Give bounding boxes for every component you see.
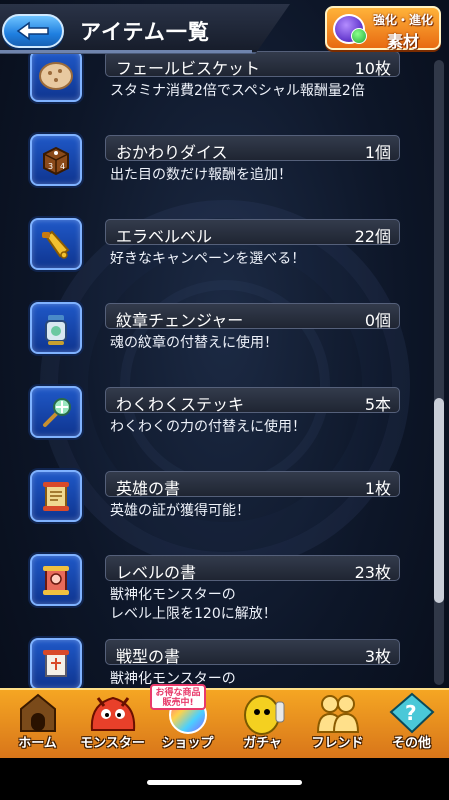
title-bar-underline <box>0 50 252 53</box>
material-gem-small-icon <box>351 28 367 44</box>
item-description: 英雄の証が獲得可能！ <box>110 503 250 519</box>
item-name: わくわくステッキ <box>116 395 245 414</box>
item-name: 戦型の書 <box>116 647 181 666</box>
nav-shop-label: ショップ <box>161 736 214 751</box>
bell-icon <box>30 218 82 270</box>
item-description: 出た目の数だけ報酬を追加！ <box>110 167 292 183</box>
list-item[interactable]: わくわくステッキ 5本 わくわくの力の付替えに使用！ <box>0 386 449 470</box>
gacha-icon <box>235 690 290 736</box>
list-item[interactable]: エラベルベル 22個 好きなキャンペーンを選べる！ <box>0 218 449 302</box>
item-name: エラベルベル <box>116 227 213 246</box>
item-description: わくわくの力の付替えに使用！ <box>110 419 306 435</box>
nav-home[interactable]: ホーム <box>0 690 75 756</box>
wand-icon <box>30 386 82 438</box>
item-description: 獣神化モンスターの レベル上限を120に解放！ <box>110 587 277 622</box>
item-name: 英雄の書 <box>116 479 181 498</box>
list-item[interactable]: 戦型の書 3枚 獣神化モンスターの <box>0 638 449 690</box>
item-count: 3枚 <box>364 647 391 666</box>
nav-other[interactable]: ? その他 <box>374 690 449 756</box>
item-name-bar: 戦型の書 3枚 <box>105 639 400 666</box>
material-button-line1: 強化・進化 <box>372 13 433 27</box>
enhance-material-button[interactable]: 強化・進化 素材 <box>325 6 441 51</box>
list-item[interactable]: フェールビスケット 10枚 スタミナ消費2倍でスペシャル報酬量2倍 <box>0 50 449 134</box>
lantern-icon <box>30 302 82 354</box>
item-name-bar: おかわりダイス 1個 <box>105 135 400 162</box>
item-name-bar: 紋章チェンジャー 0個 <box>105 303 400 330</box>
arrow-left-icon <box>16 21 49 41</box>
nav-other-label: その他 <box>391 736 431 751</box>
item-count: 5本 <box>364 395 391 414</box>
friend-icon <box>310 690 365 736</box>
scrollbar-thumb[interactable] <box>434 398 444 603</box>
item-count: 1枚 <box>364 479 391 498</box>
item-count: 23枚 <box>354 563 391 582</box>
nav-friend-label: フレンド <box>311 736 364 751</box>
material-button-line2: 素材 <box>386 32 419 51</box>
home-icon <box>10 690 65 736</box>
item-name-bar: レベルの書 23枚 <box>105 555 400 582</box>
item-name: おかわりダイス <box>116 143 228 162</box>
item-name-bar: わくわくステッキ 5本 <box>105 387 400 414</box>
item-name: フェールビスケット <box>116 59 261 78</box>
other-icon: ? <box>384 690 439 736</box>
nav-monster-label: モンスター <box>80 736 145 751</box>
item-list[interactable]: フェールビスケット 10枚 スタミナ消費2倍でスペシャル報酬量2倍 34 おかわ… <box>0 0 449 690</box>
list-item[interactable]: レベルの書 23枚 獣神化モンスターの レベル上限を120に解放！ <box>0 554 449 638</box>
svg-text:3: 3 <box>48 162 53 171</box>
item-name: 紋章チェンジャー <box>116 311 244 330</box>
item-description: 好きなキャンペーンを選べる！ <box>110 251 306 267</box>
page-title: アイテム一覧 <box>80 20 210 44</box>
list-item[interactable]: 紋章チェンジャー 0個 魂の紋章の付替えに使用！ <box>0 302 449 386</box>
item-count: 0個 <box>364 311 391 330</box>
item-name: レベルの書 <box>116 563 197 582</box>
item-description: 魂の紋章の付替えに使用！ <box>110 335 278 351</box>
home-indicator[interactable] <box>147 780 302 785</box>
scroll-icon <box>30 470 82 522</box>
sale-badge: お得な商品 販売中! <box>150 684 206 710</box>
nav-gacha-label: ガチャ <box>243 736 282 751</box>
monster-icon <box>85 690 140 736</box>
list-item[interactable]: 34 おかわりダイス 1個 出た目の数だけ報酬を追加！ <box>0 134 449 218</box>
item-description: スタミナ消費2倍でスペシャル報酬量2倍 <box>110 83 365 99</box>
item-name-bar: エラベルベル 22個 <box>105 219 400 246</box>
item-count: 1個 <box>364 143 391 162</box>
nav-home-label: ホーム <box>18 736 57 751</box>
back-button[interactable] <box>2 14 64 48</box>
nav-friend[interactable]: フレンド <box>300 690 375 756</box>
svg-text:4: 4 <box>60 162 65 171</box>
scroll-battle-icon <box>30 638 82 690</box>
dice-icon: 34 <box>30 134 82 186</box>
nav-monster[interactable]: モンスター <box>75 690 150 756</box>
header: アイテム一覧 強化・進化 素材 <box>0 0 449 58</box>
item-name-bar: 英雄の書 1枚 <box>105 471 400 498</box>
item-count: 22個 <box>354 227 391 246</box>
bottom-safe-area <box>0 758 449 800</box>
nav-gacha[interactable]: ガチャ <box>225 690 300 756</box>
item-count: 10枚 <box>354 59 391 78</box>
list-item[interactable]: 英雄の書 1枚 英雄の証が獲得可能！ <box>0 470 449 554</box>
scroll-red-icon <box>30 554 82 606</box>
svg-text:?: ? <box>405 701 417 725</box>
